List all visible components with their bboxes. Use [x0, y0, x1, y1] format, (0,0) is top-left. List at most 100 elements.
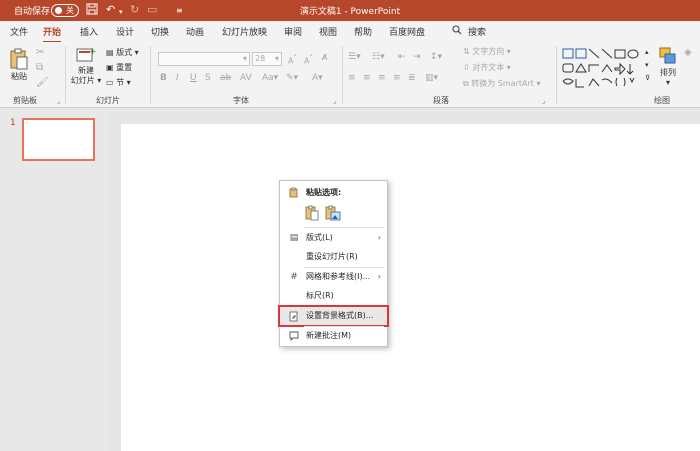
- menu-item-reset-slide[interactable]: 重设幻灯片(R): [280, 248, 387, 266]
- columns-icon[interactable]: ▥▾: [425, 73, 438, 83]
- menu-item-layout[interactable]: ▤ 版式(L) ›: [280, 229, 387, 247]
- text-direction-button[interactable]: ⇅ 文字方向 ▾: [463, 47, 511, 57]
- paste-keep-formatting-icon[interactable]: [305, 205, 319, 224]
- menu-item-ruler[interactable]: 标尺(R): [280, 287, 387, 305]
- slide-thumbnail[interactable]: [22, 118, 95, 161]
- paste-label: 粘贴: [11, 72, 27, 81]
- bold-icon[interactable]: B: [160, 73, 167, 83]
- chevron-down-icon: ▾: [665, 78, 670, 87]
- reset-button[interactable]: ▣ 重置: [106, 63, 132, 73]
- font-color-icon[interactable]: A▾: [312, 73, 323, 83]
- new-slide-button[interactable]: + 新建 幻灯片 ▾: [69, 46, 103, 86]
- chevron-right-icon: ›: [377, 233, 381, 242]
- search-label[interactable]: 搜索: [468, 25, 486, 38]
- bullets-icon[interactable]: ☰▾: [348, 52, 361, 62]
- menu-item-grid-guides-label: 网格和参考线(I)...: [306, 272, 371, 281]
- tab-animations[interactable]: 动画: [186, 25, 204, 38]
- paragraph-launcher-icon[interactable]: ⌟: [542, 97, 545, 105]
- paste-button[interactable]: 粘贴: [6, 48, 32, 82]
- clipboard-launcher-icon[interactable]: ⌟: [57, 97, 60, 105]
- shape-fill-icon[interactable]: ◈: [684, 48, 692, 58]
- menu-item-ruler-label: 标尺(R): [306, 291, 334, 300]
- gallery-up-icon[interactable]: ▴: [645, 47, 649, 57]
- align-right-icon[interactable]: ≡: [378, 73, 386, 83]
- section-button[interactable]: ▭ 节 ▾: [106, 78, 131, 88]
- menu-item-new-comment-label: 新建批注(M): [306, 331, 352, 340]
- text-direction-icon: ⇅: [463, 47, 473, 56]
- slides-group-label: 幻灯片: [96, 96, 120, 105]
- increase-indent-icon[interactable]: ⇥: [413, 52, 421, 62]
- text-direction-label: 文字方向: [472, 47, 505, 56]
- menu-item-reset-slide-label: 重设幻灯片(R): [306, 252, 358, 261]
- separator: [150, 46, 151, 104]
- clear-format-icon[interactable]: A̸: [322, 53, 327, 63]
- arrange-label: 排列: [660, 68, 676, 77]
- smartart-label: 转换为 SmartArt: [471, 79, 534, 88]
- tab-transitions[interactable]: 切换: [151, 25, 169, 38]
- arrange-icon: [659, 47, 676, 64]
- ribbon: 粘贴 ✂ ⧉ 🖌 剪贴板 ⌟ + 新建 幻灯片 ▾ ▤ 版式 ▾ ▣ 重置 ▭ …: [0, 42, 700, 108]
- font-size-value: 28: [255, 54, 266, 63]
- menu-item-format-background[interactable]: 设置背景格式(B)...: [278, 305, 389, 327]
- cut-icon[interactable]: ✂: [36, 48, 44, 58]
- slide-canvas[interactable]: [121, 124, 700, 451]
- tab-file[interactable]: 文件: [10, 25, 28, 38]
- chevron-down-icon: ▾: [124, 78, 131, 87]
- tab-slideshow[interactable]: 幻灯片放映: [222, 25, 267, 38]
- section-label: 节: [116, 78, 125, 87]
- distribute-icon[interactable]: ≣: [408, 73, 416, 83]
- tab-review[interactable]: 审阅: [284, 25, 302, 38]
- tab-home[interactable]: 开始: [43, 25, 62, 43]
- copy-icon[interactable]: ⧉: [36, 63, 43, 73]
- align-text-icon: ⇳: [463, 63, 473, 72]
- paragraph-group-label: 段落: [433, 96, 449, 105]
- tab-baidu-netdisk[interactable]: 百度网盘: [389, 25, 425, 38]
- arrange-button[interactable]: 排列 ▾: [656, 46, 680, 88]
- search-icon[interactable]: [452, 25, 462, 38]
- layout-icon: ▤: [106, 48, 117, 57]
- svg-text:+: +: [89, 47, 96, 57]
- change-case-icon[interactable]: Aa▾: [262, 73, 278, 83]
- align-left-icon[interactable]: ≡: [348, 73, 356, 83]
- font-launcher-icon[interactable]: ⌟: [333, 97, 336, 105]
- char-spacing-icon[interactable]: AV: [240, 73, 252, 83]
- increase-font-icon[interactable]: A˄: [288, 53, 297, 67]
- strikethrough-icon[interactable]: ab: [220, 73, 231, 83]
- underline-icon[interactable]: U: [190, 73, 197, 83]
- tab-insert[interactable]: 插入: [80, 25, 98, 38]
- align-text-button[interactable]: ⇳ 对齐文本 ▾: [463, 63, 511, 73]
- tab-design[interactable]: 设计: [116, 25, 134, 38]
- line-spacing-icon[interactable]: ↕▾: [430, 52, 442, 62]
- menu-item-new-comment[interactable]: 新建批注(M): [280, 327, 387, 345]
- format-painter-icon[interactable]: 🖌: [36, 78, 49, 88]
- paste-options-header: 粘贴选项:: [280, 184, 387, 202]
- decrease-font-icon[interactable]: A˅: [304, 53, 313, 67]
- menu-divider: [304, 227, 384, 228]
- paste-as-picture-icon[interactable]: [325, 205, 341, 224]
- context-menu: 粘贴选项: ▤ 版式(L) › 重设幻灯片(R) # 网格和参考线(I)... …: [278, 180, 389, 347]
- tab-help[interactable]: 帮助: [354, 25, 372, 38]
- decrease-indent-icon[interactable]: ⇤: [398, 52, 406, 62]
- new-slide-label-2: 幻灯片: [70, 76, 95, 85]
- italic-icon[interactable]: I: [176, 73, 179, 83]
- paste-options-label: 粘贴选项:: [306, 188, 342, 197]
- gallery-down-icon[interactable]: ▾: [645, 60, 649, 70]
- shadow-icon[interactable]: S: [205, 73, 211, 83]
- layout-button[interactable]: ▤ 版式 ▾: [106, 48, 139, 58]
- highlight-icon[interactable]: ✎▾: [286, 73, 298, 83]
- tab-view[interactable]: 视图: [319, 25, 337, 38]
- layout-icon: ▤: [289, 233, 299, 243]
- font-name-box[interactable]: ▾: [158, 52, 250, 66]
- align-center-icon[interactable]: ≡: [363, 73, 371, 83]
- shapes-gallery[interactable]: [562, 47, 644, 91]
- font-size-box[interactable]: 28 ▾: [252, 52, 282, 66]
- numbering-icon[interactable]: ☷▾: [372, 52, 385, 62]
- format-background-icon: [288, 307, 300, 329]
- menu-item-grid-guides[interactable]: # 网格和参考线(I)... ›: [280, 268, 387, 286]
- convert-smartart-button[interactable]: ⧉ 转换为 SmartArt ▾: [463, 79, 540, 89]
- section-icon: ▭: [106, 78, 117, 87]
- justify-icon[interactable]: ≡: [393, 73, 401, 83]
- new-slide-icon: +: [76, 47, 96, 62]
- gallery-more-icon[interactable]: ⊽: [645, 73, 650, 83]
- grid-icon: #: [290, 272, 298, 282]
